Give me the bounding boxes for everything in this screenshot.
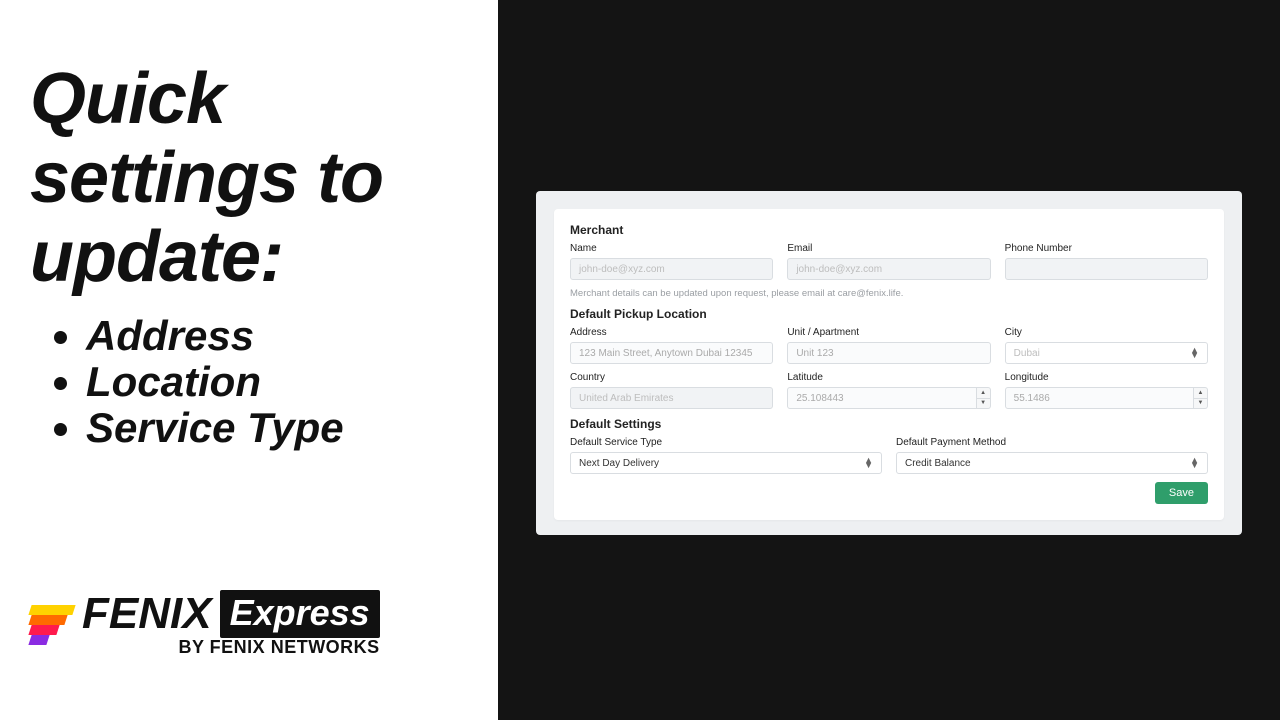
city-label: City [1005, 327, 1208, 338]
chevron-up-icon[interactable]: ▲ [1194, 388, 1207, 399]
latitude-input[interactable]: 25.108443 [787, 387, 976, 409]
bullet-list: Address Location Service Type [30, 314, 468, 450]
payment-method-value: Credit Balance [905, 458, 971, 469]
brand-subline: BY FENIX NETWORKS [82, 637, 380, 658]
headline: Quick settings to update: [30, 60, 468, 298]
country-input[interactable]: United Arab Emirates [570, 387, 773, 409]
country-label: Country [570, 372, 773, 383]
brand-logo: FENIX Express BY FENIX NETWORKS [30, 589, 380, 658]
service-type-label: Default Service Type [570, 437, 882, 448]
email-label: Email [787, 243, 990, 254]
latitude-stepper[interactable]: ▲ ▼ [977, 387, 991, 409]
brand-text: FENIX Express BY FENIX NETWORKS [82, 589, 380, 658]
chevron-updown-icon: ▲▼ [1190, 348, 1199, 358]
bullet-location: Location [86, 360, 468, 404]
address-label: Address [570, 327, 773, 338]
chevron-up-icon[interactable]: ▲ [977, 388, 990, 399]
longitude-input[interactable]: 55.1486 [1005, 387, 1194, 409]
brand-main: FENIX [82, 589, 212, 639]
chevron-updown-icon: ▲▼ [1190, 458, 1199, 468]
longitude-stepper[interactable]: ▲ ▼ [1194, 387, 1208, 409]
app-surface: Merchant Name john-doe@xyz.com Email joh… [536, 191, 1242, 535]
bullet-address: Address [86, 314, 468, 358]
service-type-select[interactable]: Next Day Delivery ▲▼ [570, 452, 882, 474]
phone-input[interactable] [1005, 258, 1208, 280]
brand-badge: Express [220, 590, 380, 638]
left-info-pane: Quick settings to update: Address Locati… [0, 0, 498, 720]
name-input[interactable]: john-doe@xyz.com [570, 258, 773, 280]
app-preview-pane: Merchant Name john-doe@xyz.com Email joh… [498, 0, 1280, 720]
section-pickup-title: Default Pickup Location [570, 307, 1208, 321]
phone-label: Phone Number [1005, 243, 1208, 254]
save-button[interactable]: Save [1155, 482, 1208, 504]
merchant-helper-text: Merchant details can be updated upon req… [570, 288, 1208, 299]
chevron-down-icon[interactable]: ▼ [977, 399, 990, 409]
unit-input[interactable]: Unit 123 [787, 342, 990, 364]
longitude-label: Longitude [1005, 372, 1208, 383]
city-value: Dubai [1014, 348, 1040, 359]
name-label: Name [570, 243, 773, 254]
service-type-value: Next Day Delivery [579, 458, 659, 469]
fenix-logo-icon [30, 605, 74, 643]
bullet-service-type: Service Type [86, 406, 468, 450]
payment-method-label: Default Payment Method [896, 437, 1208, 448]
section-defaults-title: Default Settings [570, 417, 1208, 431]
unit-label: Unit / Apartment [787, 327, 990, 338]
payment-method-select[interactable]: Credit Balance ▲▼ [896, 452, 1208, 474]
latitude-label: Latitude [787, 372, 990, 383]
settings-card: Merchant Name john-doe@xyz.com Email joh… [554, 209, 1224, 520]
chevron-updown-icon: ▲▼ [864, 458, 873, 468]
address-input[interactable]: 123 Main Street, Anytown Dubai 12345 [570, 342, 773, 364]
chevron-down-icon[interactable]: ▼ [1194, 399, 1207, 409]
email-input[interactable]: john-doe@xyz.com [787, 258, 990, 280]
city-select[interactable]: Dubai ▲▼ [1005, 342, 1208, 364]
section-merchant-title: Merchant [570, 223, 1208, 237]
